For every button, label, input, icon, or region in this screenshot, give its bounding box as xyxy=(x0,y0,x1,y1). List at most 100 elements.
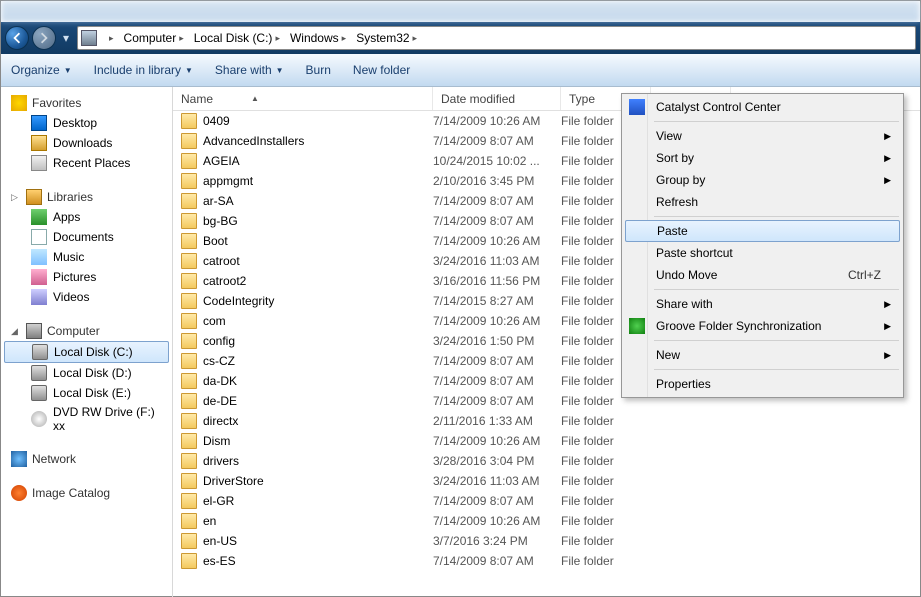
file-name: ar-SA xyxy=(203,194,234,208)
file-row[interactable]: el-GR7/14/2009 8:07 AMFile folder xyxy=(173,491,920,511)
separator xyxy=(654,121,899,122)
sidebar-item-label: Downloads xyxy=(53,136,112,150)
sidebar-item[interactable]: Downloads xyxy=(1,133,172,153)
folder-icon xyxy=(181,193,197,209)
breadcrumb-root[interactable]: ▸ xyxy=(101,27,119,49)
folder-icon xyxy=(181,413,197,429)
new-folder-button[interactable]: New folder xyxy=(353,63,410,77)
navigation-pane: Favorites DesktopDownloadsRecent Places … xyxy=(1,87,173,597)
location-icon xyxy=(81,30,97,46)
file-name: cs-CZ xyxy=(203,354,235,368)
sidebar-item[interactable]: Recent Places xyxy=(1,153,172,173)
folder-icon xyxy=(181,493,197,509)
file-row[interactable]: drivers3/28/2016 3:04 PMFile folder xyxy=(173,451,920,471)
organize-menu[interactable]: Organize▼ xyxy=(11,63,72,77)
libraries-icon xyxy=(26,189,42,205)
file-date: 7/14/2009 10:26 AM xyxy=(433,314,561,328)
ctx-group-by[interactable]: Group by▶ xyxy=(624,169,901,191)
sidebar-item-label: Local Disk (C:) xyxy=(54,345,133,359)
file-date: 7/14/2009 8:07 AM xyxy=(433,494,561,508)
ctx-undo-move[interactable]: Undo MoveCtrl+Z xyxy=(624,264,901,286)
include-in-library-menu[interactable]: Include in library▼ xyxy=(94,63,193,77)
folder-icon xyxy=(181,233,197,249)
image-catalog-header[interactable]: Image Catalog xyxy=(1,483,172,503)
file-date: 3/7/2016 3:24 PM xyxy=(433,534,561,548)
breadcrumb-drive[interactable]: Local Disk (C:)▸ xyxy=(189,27,285,49)
sidebar-item-label: Recent Places xyxy=(53,156,130,170)
ctx-groove-sync[interactable]: Groove Folder Synchronization▶ xyxy=(624,315,901,337)
file-type: File folder xyxy=(561,534,651,548)
dvd-icon xyxy=(31,411,47,427)
ctx-new[interactable]: New▶ xyxy=(624,344,901,366)
ctx-properties[interactable]: Properties xyxy=(624,373,901,395)
sidebar-item-label: DVD RW Drive (F:) xx xyxy=(53,405,166,433)
file-date: 7/14/2009 10:26 AM xyxy=(433,514,561,528)
star-icon xyxy=(11,95,27,111)
column-date[interactable]: Date modified xyxy=(433,87,561,110)
disk-icon xyxy=(32,344,48,360)
catalog-icon xyxy=(11,485,27,501)
network-header[interactable]: Network xyxy=(1,449,172,469)
folder-icon xyxy=(181,313,197,329)
window-titlebar xyxy=(1,1,920,22)
ctx-sort-by[interactable]: Sort by▶ xyxy=(624,147,901,169)
file-type: File folder xyxy=(561,474,651,488)
file-row[interactable]: es-ES7/14/2009 8:07 AMFile folder xyxy=(173,551,920,571)
file-name: 0409 xyxy=(203,114,230,128)
ctx-catalyst-control-center[interactable]: Catalyst Control Center xyxy=(624,96,901,118)
folder-icon xyxy=(181,173,197,189)
favorites-header[interactable]: Favorites xyxy=(1,93,172,113)
file-name: AdvancedInstallers xyxy=(203,134,304,148)
file-name: en-US xyxy=(203,534,237,548)
folder-icon xyxy=(181,533,197,549)
breadcrumb-system32[interactable]: System32▸ xyxy=(351,27,422,49)
sidebar-item[interactable]: Videos xyxy=(1,287,172,307)
column-name[interactable]: Name▲ xyxy=(173,87,433,110)
back-button[interactable] xyxy=(5,26,29,50)
sidebar-item[interactable]: Local Disk (D:) xyxy=(1,363,172,383)
share-with-menu[interactable]: Share with▼ xyxy=(215,63,284,77)
ctx-paste[interactable]: Paste xyxy=(625,220,900,242)
dl-icon xyxy=(31,135,47,151)
breadcrumb-computer[interactable]: Computer▸ xyxy=(119,27,189,49)
breadcrumb-windows[interactable]: Windows▸ xyxy=(285,27,351,49)
sidebar-item-label: Local Disk (E:) xyxy=(53,386,131,400)
file-row[interactable]: directx2/11/2016 1:33 AMFile folder xyxy=(173,411,920,431)
libraries-header[interactable]: ▷Libraries xyxy=(1,187,172,207)
folder-icon xyxy=(181,553,197,569)
file-row[interactable]: en-US 3/7/2016 3:24 PMFile folder xyxy=(173,531,920,551)
folder-icon xyxy=(181,453,197,469)
file-name: catroot2 xyxy=(203,274,246,288)
file-date: 10/24/2015 10:02 ... xyxy=(433,154,561,168)
sidebar-item[interactable]: Apps xyxy=(1,207,172,227)
ctx-share-with[interactable]: Share with▶ xyxy=(624,293,901,315)
forward-button[interactable] xyxy=(32,26,56,50)
sidebar-item[interactable]: Pictures xyxy=(1,267,172,287)
folder-icon xyxy=(181,153,197,169)
folder-icon xyxy=(181,253,197,269)
file-name: AGEIA xyxy=(203,154,240,168)
file-row[interactable]: en7/14/2009 10:26 AMFile folder xyxy=(173,511,920,531)
file-row[interactable]: DriverStore3/24/2016 11:03 AMFile folder xyxy=(173,471,920,491)
music-icon xyxy=(31,249,47,265)
doc-icon xyxy=(31,229,47,245)
file-row[interactable]: Dism7/14/2009 10:26 AMFile folder xyxy=(173,431,920,451)
ctx-paste-shortcut[interactable]: Paste shortcut xyxy=(624,242,901,264)
sidebar-item[interactable]: DVD RW Drive (F:) xx xyxy=(1,403,172,435)
sidebar-item[interactable]: Music xyxy=(1,247,172,267)
ctx-view[interactable]: View▶ xyxy=(624,125,901,147)
computer-header[interactable]: ◢Computer xyxy=(1,321,172,341)
burn-button[interactable]: Burn xyxy=(306,63,331,77)
sidebar-item[interactable]: Local Disk (C:) xyxy=(4,341,169,363)
sidebar-item[interactable]: Desktop xyxy=(1,113,172,133)
sidebar-item[interactable]: Documents xyxy=(1,227,172,247)
sidebar-item[interactable]: Local Disk (E:) xyxy=(1,383,172,403)
ctx-refresh[interactable]: Refresh xyxy=(624,191,901,213)
file-date: 7/14/2009 10:26 AM xyxy=(433,114,561,128)
vid-icon xyxy=(31,289,47,305)
disk-icon xyxy=(31,385,47,401)
address-bar[interactable]: ▸ Computer▸ Local Disk (C:)▸ Windows▸ Sy… xyxy=(77,26,916,50)
folder-icon xyxy=(181,393,197,409)
history-dropdown[interactable]: ▾ xyxy=(59,27,73,49)
sidebar-item-label: Videos xyxy=(53,290,89,304)
